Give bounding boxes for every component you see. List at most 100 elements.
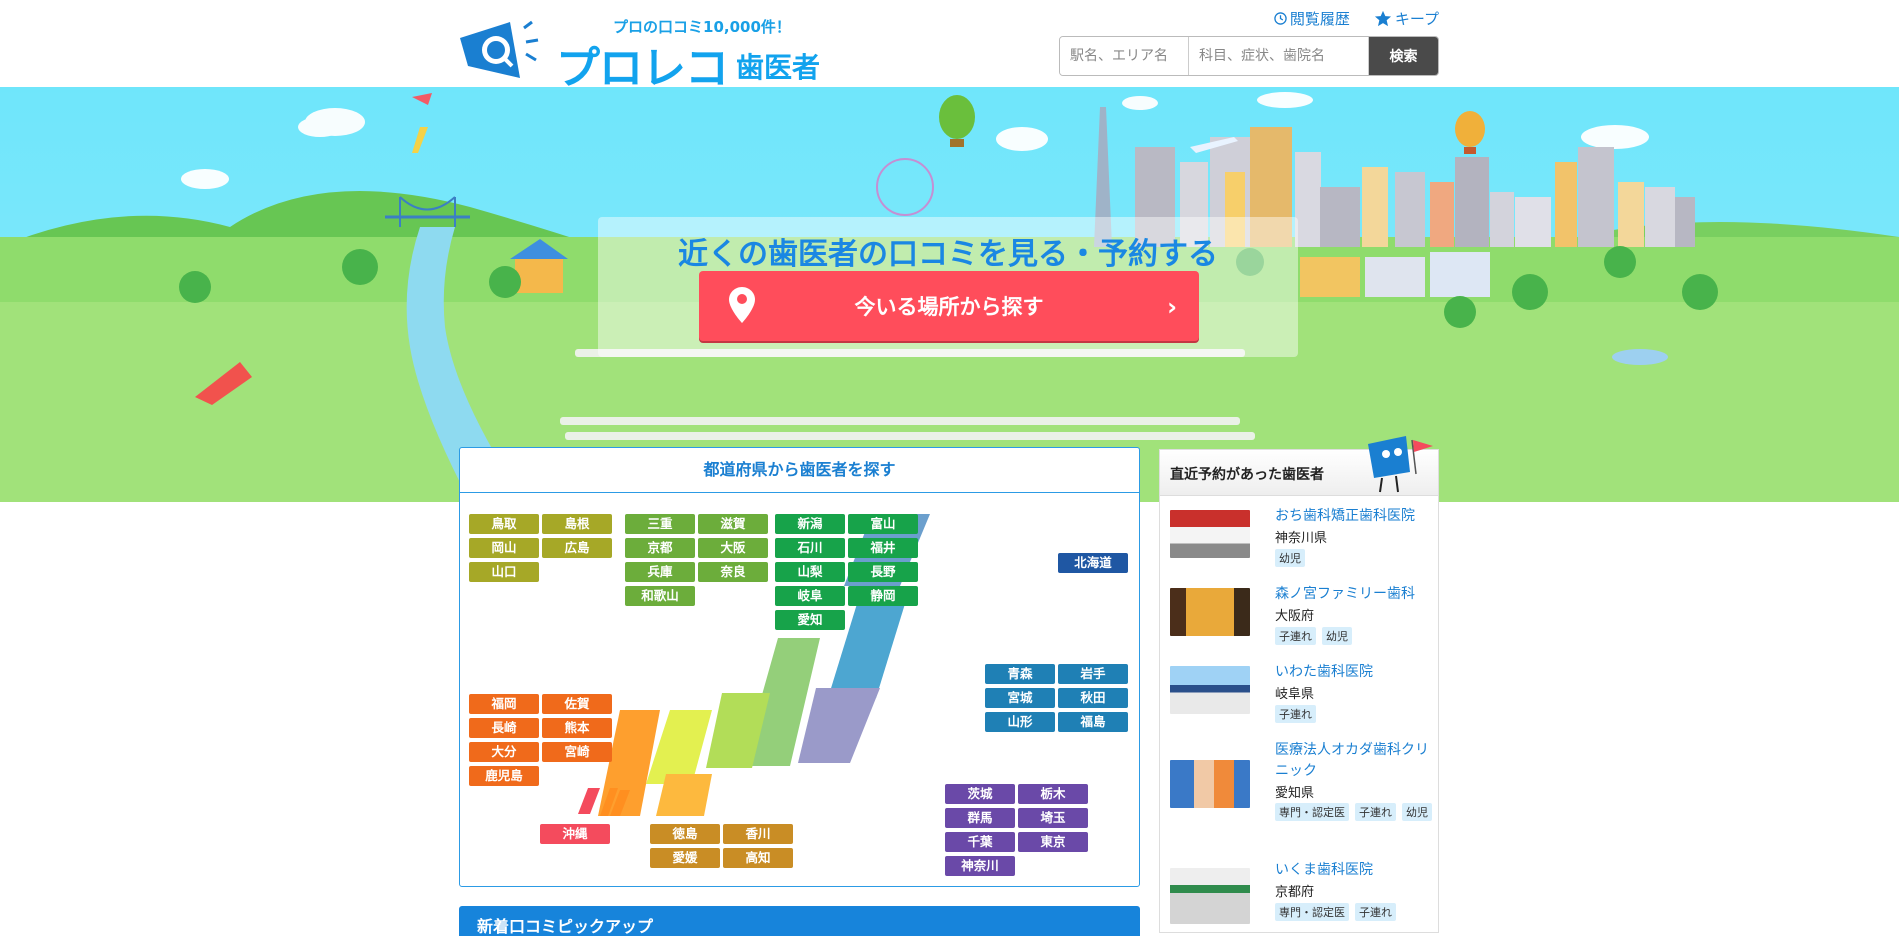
pref-okayama[interactable]: 岡山	[469, 538, 539, 558]
clinic-tags: 幼児	[1275, 549, 1435, 567]
sidebar-title: 直近予約があった歯医者	[1170, 467, 1324, 483]
clinic-tag: 子連れ	[1355, 903, 1396, 921]
pref-chiba[interactable]: 千葉	[945, 832, 1015, 852]
clinic-name[interactable]: 森ノ宮ファミリー歯科	[1275, 584, 1435, 605]
clinic-tags: 専門・認定医 子連れ	[1275, 903, 1435, 921]
clinic-tag: 子連れ	[1275, 627, 1316, 645]
clinic-prefecture: 愛知県	[1275, 786, 1315, 801]
pref-ishikawa[interactable]: 石川	[775, 538, 845, 558]
pref-shimane[interactable]: 島根	[542, 514, 612, 534]
prefecture-panel: 都道府県から歯医者を探す 鳥取 島根 岡山 広島 山口 三重 滋賀 京都 大阪 …	[459, 447, 1140, 887]
new-reviews-header: 新着口コミピックアップ	[459, 906, 1140, 936]
megaphone-logo-icon	[460, 20, 539, 78]
pref-gunma[interactable]: 群馬	[945, 808, 1015, 828]
clinic-photo	[1170, 760, 1250, 808]
pref-saga[interactable]: 佐賀	[542, 694, 612, 714]
clinic-name[interactable]: いわた歯科医院	[1275, 662, 1435, 683]
clinic-prefecture: 京都府	[1275, 885, 1315, 900]
hero-search-box: 近くの歯医者の口コミを見る・予約する 今いる場所から探す ›	[598, 217, 1298, 357]
sidebar-header: 直近予約があった歯医者	[1160, 436, 1438, 496]
pref-kagawa[interactable]: 香川	[723, 824, 793, 844]
pref-fukuoka[interactable]: 福岡	[469, 694, 539, 714]
clinic-tag: 専門・認定医	[1275, 803, 1349, 821]
pref-osaka[interactable]: 大阪	[698, 538, 768, 558]
pref-miyazaki[interactable]: 宮崎	[542, 742, 612, 762]
keep-link[interactable]: キープ	[1374, 8, 1439, 29]
pref-nara[interactable]: 奈良	[698, 562, 768, 582]
clinic-name[interactable]: 医療法人オカダ歯科クリニック	[1275, 740, 1435, 782]
pref-iwate[interactable]: 岩手	[1058, 664, 1128, 684]
clinic-tag: 幼児	[1275, 549, 1305, 567]
pref-kochi[interactable]: 高知	[723, 848, 793, 868]
pref-nagasaki[interactable]: 長崎	[469, 718, 539, 738]
pref-tokyo[interactable]: 東京	[1018, 832, 1088, 852]
pref-kumamoto[interactable]: 熊本	[542, 718, 612, 738]
pref-yamaguchi[interactable]: 山口	[469, 562, 539, 582]
clinic-prefecture: 神奈川県	[1275, 531, 1328, 546]
clinic-tags: 専門・認定医 子連れ 幼児	[1275, 803, 1435, 821]
pref-aichi[interactable]: 愛知	[775, 610, 845, 630]
clinic-photo	[1170, 588, 1250, 636]
keyword-search-input[interactable]	[1189, 37, 1369, 75]
pref-kyoto[interactable]: 京都	[625, 538, 695, 558]
pref-nagano[interactable]: 長野	[848, 562, 918, 582]
pref-mie[interactable]: 三重	[625, 514, 695, 534]
clinic-prefecture: 岐阜県	[1275, 687, 1315, 702]
clinic-tag: 子連れ	[1355, 803, 1396, 821]
pref-kagoshima[interactable]: 鹿児島	[469, 766, 539, 786]
pref-yamanashi[interactable]: 山梨	[775, 562, 845, 582]
pref-hyogo[interactable]: 兵庫	[625, 562, 695, 582]
pref-miyagi[interactable]: 宮城	[985, 688, 1055, 708]
pref-ibaraki[interactable]: 茨城	[945, 784, 1015, 804]
hero-banner: 近くの歯医者の口コミを見る・予約する 今いる場所から探す ›	[0, 87, 1899, 502]
search-form: 検索	[1059, 36, 1439, 76]
clinic-tags: 子連れ 幼児	[1275, 627, 1435, 645]
pref-saitama[interactable]: 埼玉	[1018, 808, 1088, 828]
pref-akita[interactable]: 秋田	[1058, 688, 1128, 708]
pref-tochigi[interactable]: 栃木	[1018, 784, 1088, 804]
pref-fukui[interactable]: 福井	[848, 538, 918, 558]
pref-okinawa[interactable]: 沖縄	[540, 824, 610, 844]
search-button[interactable]: 検索	[1369, 37, 1438, 75]
clinic-tag: 子連れ	[1275, 705, 1316, 723]
chevron-right-icon: ›	[1167, 293, 1177, 321]
station-search-input[interactable]	[1060, 37, 1189, 75]
clinic-photo	[1170, 510, 1250, 558]
clinic-photo	[1170, 868, 1250, 924]
clinic-name[interactable]: いくま歯科医院	[1275, 860, 1435, 881]
pref-tottori[interactable]: 鳥取	[469, 514, 539, 534]
pref-niigata[interactable]: 新潟	[775, 514, 845, 534]
pref-gifu[interactable]: 岐阜	[775, 586, 845, 606]
pref-tokushima[interactable]: 徳島	[650, 824, 720, 844]
search-nearby-button[interactable]: 今いる場所から探す ›	[699, 271, 1199, 341]
clinic-prefecture: 大阪府	[1275, 609, 1315, 624]
header-links: 閲覧履歴 キープ	[1274, 8, 1439, 29]
pref-kanagawa[interactable]: 神奈川	[945, 856, 1015, 876]
new-reviews-title: 新着口コミピックアップ	[477, 917, 654, 936]
pref-hiroshima[interactable]: 広島	[542, 538, 612, 558]
map-pin-icon	[729, 287, 755, 323]
mascot-icon	[1368, 436, 1433, 493]
hero-title: 近くの歯医者の口コミを見る・予約する	[678, 237, 1218, 272]
pref-yamagata[interactable]: 山形	[985, 712, 1055, 732]
pref-oita[interactable]: 大分	[469, 742, 539, 762]
pref-wakayama[interactable]: 和歌山	[625, 586, 695, 606]
clinic-tag: 幼児	[1402, 803, 1432, 821]
pref-toyama[interactable]: 富山	[848, 514, 918, 534]
clinic-name[interactable]: おち歯科矯正歯科医院	[1275, 506, 1435, 527]
keep-label: キープ	[1394, 10, 1439, 28]
pref-shizuoka[interactable]: 静岡	[848, 586, 918, 606]
clock-icon	[1274, 12, 1287, 25]
pref-hokkaido[interactable]: 北海道	[1058, 553, 1128, 573]
pref-shiga[interactable]: 滋賀	[698, 514, 768, 534]
pref-fukushima[interactable]: 福島	[1058, 712, 1128, 732]
history-label: 閲覧履歴	[1289, 10, 1350, 28]
clinic-photo	[1170, 666, 1250, 714]
clinic-tag: 専門・認定医	[1275, 903, 1349, 921]
site-logo[interactable]: プロの口コミ10,000件！ プロレコ 歯医者	[458, 14, 828, 94]
pref-aomori[interactable]: 青森	[985, 664, 1055, 684]
history-link[interactable]: 閲覧履歴	[1274, 8, 1350, 29]
recent-bookings-sidebar: 直近予約があった歯医者 おち歯科矯正歯科医院 神奈川県 幼児 森ノ宮ファミリー歯…	[1159, 436, 1439, 933]
clinic-tag: 幼児	[1322, 627, 1352, 645]
pref-ehime[interactable]: 愛媛	[650, 848, 720, 868]
